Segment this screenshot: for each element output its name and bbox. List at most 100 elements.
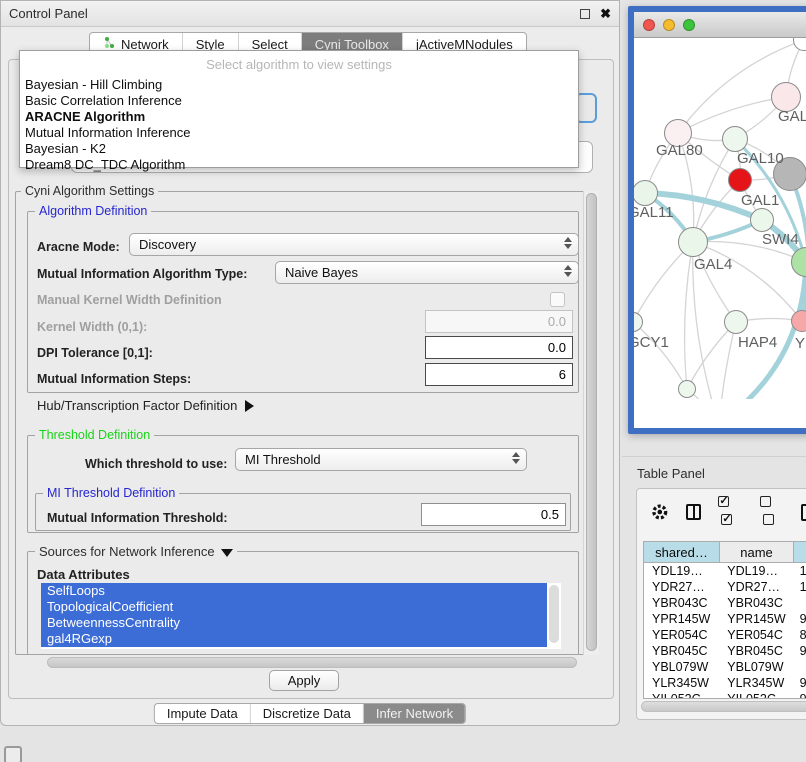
table-cell: 13 <box>793 563 806 579</box>
sources-label: Sources for Network Inference <box>39 544 215 559</box>
threshold-definition-label: Threshold Definition <box>35 428 154 442</box>
node-label-gal: GAL <box>778 108 806 125</box>
algorithm-option-bayesian-hill-climbing[interactable]: Bayesian - Hill Climbing <box>20 77 578 93</box>
expand-right-icon <box>245 400 254 412</box>
apply-button[interactable]: Apply <box>269 670 339 691</box>
mi-type-select[interactable]: Naive Bayes <box>275 261 579 284</box>
network-window-titlebar <box>634 12 806 38</box>
network-node[interactable] <box>724 310 748 334</box>
kernel-width-field[interactable]: 0.0 <box>425 310 573 333</box>
list-scrollbar[interactable] <box>549 585 559 643</box>
table-row[interactable]: YER054CYER054C8. <box>644 627 806 643</box>
float-window-icon[interactable] <box>580 9 590 19</box>
table-horizontal-scrollbar[interactable] <box>641 701 806 712</box>
mac-close-button[interactable] <box>643 19 655 31</box>
tab-discretize-data[interactable]: Discretize Data <box>251 704 364 723</box>
table-cell: YPR145W <box>644 611 719 627</box>
table-cell: YBR045C <box>644 643 719 659</box>
aracne-mode-select[interactable]: Discovery <box>129 233 579 256</box>
column-header-a[interactable]: A <box>793 541 806 563</box>
network-node[interactable] <box>722 126 748 152</box>
mi-type-label: Mutual Information Algorithm Type: <box>37 267 247 281</box>
table-cell: YER054C <box>719 627 792 643</box>
column-header-name[interactable]: name <box>719 541 793 563</box>
table-cell: YBL079W <box>719 659 792 675</box>
algorithm-option-dream8-dc-tdc-algorithm[interactable]: Dream8 DC_TDC Algorithm <box>20 157 578 173</box>
table-row[interactable]: YBR043CYBR043C <box>644 595 806 611</box>
split-view-icon[interactable] <box>686 504 702 520</box>
table-body: YDL19…YDL19…13YDR27…YDR27…12YBR043CYBR04… <box>643 563 806 699</box>
dropdown-prompt: Select algorithm to view settings <box>20 51 578 77</box>
table-row[interactable]: YDR27…YDR27…12 <box>644 579 806 595</box>
stepper-icon <box>512 452 520 464</box>
network-node[interactable] <box>728 168 752 192</box>
table-panel-title: Table Panel <box>637 466 705 481</box>
network-node[interactable] <box>791 310 806 332</box>
document-icon[interactable] <box>801 504 806 521</box>
hub-section-label: Hub/Transcription Factor Definition <box>37 398 237 413</box>
table-row[interactable]: YDL19…YDL19…13 <box>644 563 806 579</box>
table-cell: YIL052C <box>644 691 719 699</box>
mac-zoom-button[interactable] <box>683 19 695 31</box>
dpi-tolerance-field[interactable]: 0.0 <box>425 336 573 359</box>
table-cell: YBL079W <box>644 659 719 675</box>
network-canvas[interactable]: GALGAL80GAL10GAL1GAL11SWI4GAL4GCY1HAP4YH… <box>634 38 806 399</box>
table-row[interactable]: YLR345WYLR345W9. <box>644 675 806 691</box>
show-columns-icon[interactable] <box>718 494 742 530</box>
which-threshold-select[interactable]: MI Threshold <box>235 448 527 471</box>
manual-kernel-checkbox[interactable] <box>550 292 565 307</box>
table-cell: 9. <box>793 643 806 659</box>
aracne-mode-value: Discovery <box>139 237 196 252</box>
table-cell: 9. <box>793 675 806 691</box>
algorithm-option-bayesian-k2[interactable]: Bayesian - K2 <box>20 141 578 157</box>
table-cell <box>793 595 806 611</box>
data-attributes-list[interactable]: SelfLoopsTopologicalCoefficientBetweenne… <box>41 583 561 649</box>
table-row[interactable]: YPR145WYPR145W9. <box>644 611 806 627</box>
algorithm-option-mutual-information-inference[interactable]: Mutual Information Inference <box>20 125 578 141</box>
collapse-down-icon <box>221 549 233 557</box>
network-node[interactable] <box>750 208 774 232</box>
table-row[interactable]: YIL052CYIL052C9 <box>644 691 806 699</box>
table-toolbar <box>637 489 806 535</box>
sources-toggle[interactable]: Sources for Network Inference <box>35 544 237 559</box>
hub-section-toggle[interactable]: Hub/Transcription Factor Definition <box>37 398 254 413</box>
manual-kernel-label: Manual Kernel Width Definition <box>37 293 222 307</box>
restore-panel-icon[interactable] <box>4 746 22 762</box>
table-cell: YIL052C <box>719 691 792 699</box>
mi-type-value: Naive Bayes <box>285 265 358 280</box>
settings-horizontal-scrollbar[interactable] <box>47 657 577 668</box>
tab-impute-data[interactable]: Impute Data <box>155 704 251 723</box>
attribute-item-topologicalcoefficient[interactable]: TopologicalCoefficient <box>41 599 547 615</box>
network-node[interactable] <box>678 227 708 257</box>
gear-icon[interactable] <box>651 503 669 521</box>
data-attributes-label: Data Attributes <box>37 567 130 582</box>
column-header-shared-[interactable]: shared… <box>643 541 719 563</box>
dpi-tolerance-label: DPI Tolerance [0,1]: <box>37 346 153 360</box>
table-cell: YER054C <box>644 627 719 643</box>
scrollbar-thumb[interactable] <box>586 193 597 651</box>
table-cell: YDL19… <box>719 563 792 579</box>
mi-steps-field[interactable]: 6 <box>425 363 573 386</box>
attribute-item-betweennesscentrality[interactable]: BetweennessCentrality <box>41 615 547 631</box>
algorithm-option-aracne-algorithm[interactable]: ARACNE Algorithm <box>20 109 578 125</box>
attribute-item-selfloops[interactable]: SelfLoops <box>41 583 547 599</box>
algorithm-definition-label: Algorithm Definition <box>35 204 151 218</box>
which-threshold-value: MI Threshold <box>245 452 321 467</box>
mac-minimize-button[interactable] <box>663 19 675 31</box>
mi-threshold-field[interactable]: 0.5 <box>421 503 566 526</box>
settings-vertical-scrollbar[interactable] <box>583 191 599 655</box>
network-view-window: GALGAL80GAL10GAL1GAL11SWI4GAL4GCY1HAP4YH… <box>628 6 806 434</box>
tab-infer-network[interactable]: Infer Network <box>364 704 465 723</box>
network-node[interactable] <box>678 380 696 398</box>
attribute-item-gal4rgexp[interactable]: gal4RGexp <box>41 631 547 647</box>
algorithm-option-basic-correlation-inference[interactable]: Basic Correlation Inference <box>20 93 578 109</box>
table-row[interactable]: YBR045CYBR045C9. <box>644 643 806 659</box>
close-icon[interactable]: ✖ <box>600 9 611 19</box>
mi-threshold-label: Mutual Information Threshold: <box>47 511 228 525</box>
control-panel-titlebar: Control Panel ✖ <box>1 1 619 27</box>
node-attribute-table: shared…nameA YDL19…YDL19…13YDR27…YDR27…1… <box>643 541 806 699</box>
table-row[interactable]: YBL079WYBL079W <box>644 659 806 675</box>
cyni-bottom-tabs: Impute DataDiscretize DataInfer Network <box>154 703 466 724</box>
hide-columns-icon[interactable] <box>760 494 784 530</box>
table-cell <box>793 659 806 675</box>
